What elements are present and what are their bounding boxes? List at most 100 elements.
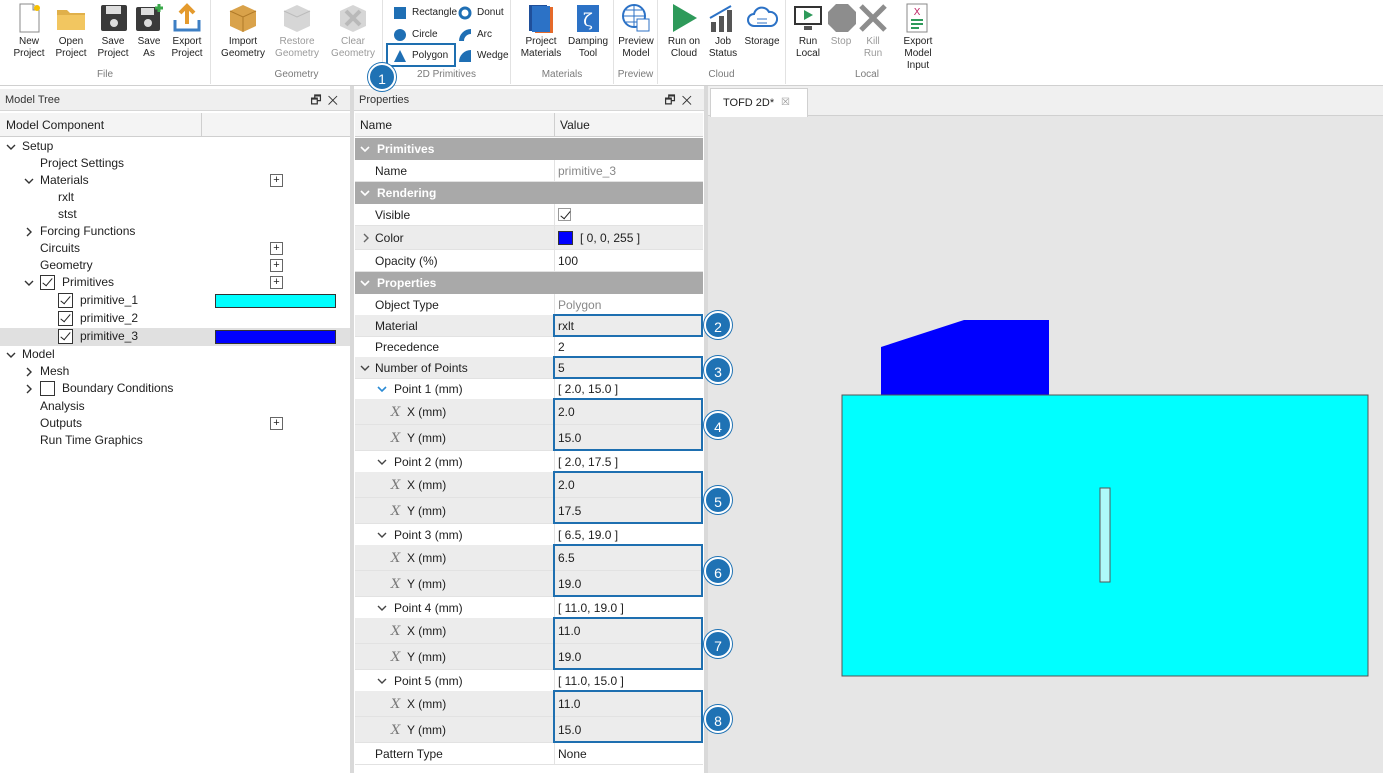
chevron-down-icon[interactable]	[377, 676, 387, 686]
pane-buttons: 🗗✕	[664, 89, 698, 111]
tree-item-materials[interactable]: Materials +	[0, 172, 350, 189]
tree-item-boundary-conditions[interactable]: Boundary Conditions	[0, 380, 350, 398]
prop-row-name[interactable]: Name primitive_3	[355, 160, 703, 182]
prop-row-color[interactable]: Color [ 0, 0, 255 ]	[355, 226, 703, 250]
category-properties[interactable]: Properties	[355, 272, 703, 294]
prop-row-precedence[interactable]: Precedence 2	[355, 336, 703, 358]
prop-row-point-5[interactable]: Point 5 (mm) [ 11.0, 15.0 ]	[355, 670, 703, 692]
document-tab[interactable]: TOFD 2D* ☒	[710, 88, 808, 117]
boundary-conditions-checkbox[interactable]	[40, 381, 55, 396]
close-pane-icon[interactable]: ✕	[328, 93, 344, 107]
add-primitive-button[interactable]: +	[270, 276, 283, 289]
chevron-down-icon[interactable]	[6, 350, 16, 360]
splitter-left[interactable]	[350, 86, 354, 773]
add-material-button[interactable]: +	[270, 174, 283, 187]
tree-item-forcing-functions[interactable]: Forcing Functions	[0, 223, 350, 240]
color-swatch[interactable]	[558, 231, 573, 245]
tree-item-rxlt[interactable]: rxlt	[0, 189, 350, 206]
prop-row-object-type[interactable]: Object Type Polygon	[355, 294, 703, 316]
restore-geometry-button[interactable]: Restore Geometry	[273, 2, 321, 60]
donut-button[interactable]: Donut	[458, 4, 504, 22]
tree-item-analysis[interactable]: Analysis	[0, 398, 350, 415]
tree-item-geometry[interactable]: Geometry +	[0, 257, 350, 274]
chevron-down-icon[interactable]	[360, 144, 370, 154]
chevron-right-icon[interactable]	[24, 227, 34, 237]
float-pane-icon[interactable]: 🗗	[664, 93, 681, 107]
tree-item-primitive-3[interactable]: primitive_3	[0, 328, 350, 346]
job-status-button[interactable]: Job Status	[706, 2, 740, 60]
prop-row-point-3[interactable]: Point 3 (mm) [ 6.5, 19.0 ]	[355, 524, 703, 546]
primitives-checkbox[interactable]	[40, 275, 55, 290]
add-circuit-button[interactable]: +	[270, 242, 283, 255]
tree-item-run-time-graphics[interactable]: Run Time Graphics	[0, 432, 350, 449]
arc-button[interactable]: Arc	[458, 26, 492, 44]
tree-item-primitive-2[interactable]: primitive_2	[0, 310, 350, 328]
export-project-button[interactable]: Export Project	[168, 2, 206, 60]
primitive-2-shape[interactable]	[1099, 487, 1111, 583]
storage-button[interactable]: Storage	[742, 2, 782, 48]
chevron-down-icon[interactable]	[377, 384, 387, 394]
tree-item-model[interactable]: Model	[0, 346, 350, 363]
preview-model-button[interactable]: Preview Model	[616, 2, 656, 60]
category-rendering[interactable]: Rendering	[355, 182, 703, 204]
tree-item-setup[interactable]: Setup	[0, 138, 350, 155]
export-model-input-button[interactable]: X Export Model Input	[890, 2, 946, 72]
geometry-canvas[interactable]	[708, 117, 1383, 773]
chevron-right-icon[interactable]	[24, 367, 34, 377]
chevron-down-icon[interactable]	[377, 457, 387, 467]
run-on-cloud-button[interactable]: Run on Cloud	[664, 2, 704, 60]
chevron-right-icon[interactable]	[361, 233, 371, 243]
add-geometry-button[interactable]: +	[270, 259, 283, 272]
chevron-down-icon[interactable]	[24, 278, 34, 288]
add-output-button[interactable]: +	[270, 417, 283, 430]
variable-icon: 𝑋	[391, 650, 401, 665]
stop-button[interactable]: Stop	[826, 2, 856, 48]
save-project-button[interactable]: Save Project	[94, 2, 132, 60]
tree-item-mesh[interactable]: Mesh	[0, 363, 350, 380]
rectangle-button[interactable]: Rectangle	[393, 4, 457, 22]
wedge-button[interactable]: Wedge	[458, 47, 509, 65]
chevron-down-icon[interactable]	[377, 530, 387, 540]
project-materials-button[interactable]: Project Materials	[519, 2, 563, 60]
float-pane-icon[interactable]: 🗗	[310, 93, 327, 107]
save-as-button[interactable]: Save As	[132, 2, 166, 60]
prop-row-point-4[interactable]: Point 4 (mm) [ 11.0, 19.0 ]	[355, 597, 703, 619]
tree-item-project-settings[interactable]: Project Settings	[0, 155, 350, 172]
damping-tool-button[interactable]: ζ Damping Tool	[567, 2, 609, 60]
close-pane-icon[interactable]: ✕	[682, 93, 698, 107]
tree-item-outputs[interactable]: Outputs +	[0, 415, 350, 432]
open-project-button[interactable]: Open Project	[52, 2, 90, 60]
chevron-down-icon[interactable]	[6, 142, 16, 152]
kill-run-button[interactable]: Kill Run	[856, 2, 890, 60]
tree-item-stst[interactable]: stst	[0, 206, 350, 223]
chevron-down-icon[interactable]	[360, 188, 370, 198]
model-viewport[interactable]: TOFD 2D* ☒	[708, 86, 1383, 773]
prop-row-opacity[interactable]: Opacity (%) 100	[355, 250, 703, 272]
chevron-down-icon[interactable]	[377, 603, 387, 613]
prop-row-visible[interactable]: Visible	[355, 204, 703, 226]
tree-item-primitives[interactable]: Primitives +	[0, 274, 350, 292]
prop-row-point-1[interactable]: Point 1 (mm) [ 2.0, 15.0 ]	[355, 378, 703, 400]
pattern-type-dropdown[interactable]: None	[558, 743, 587, 765]
primitive-1-checkbox[interactable]	[58, 293, 73, 308]
tree-item-circuits[interactable]: Circuits +	[0, 240, 350, 257]
chevron-down-icon[interactable]	[360, 278, 370, 288]
visible-checkbox[interactable]	[558, 208, 571, 221]
primitive-3-checkbox[interactable]	[58, 329, 73, 344]
chevron-down-icon[interactable]	[24, 176, 34, 186]
clear-geometry-button[interactable]: Clear Geometry	[329, 2, 377, 60]
primitive-2-checkbox[interactable]	[58, 311, 73, 326]
tree-item-primitive-1[interactable]: primitive_1	[0, 292, 350, 310]
close-tab-icon[interactable]: ☒	[781, 89, 790, 117]
primitive-3-shape[interactable]	[881, 320, 1049, 395]
prop-row-pattern-type[interactable]: Pattern Type None	[355, 743, 703, 765]
prop-row-point-2[interactable]: Point 2 (mm) [ 2.0, 17.5 ]	[355, 451, 703, 473]
circle-button[interactable]: Circle	[393, 26, 438, 44]
chevron-right-icon[interactable]	[24, 384, 34, 394]
primitives-group: Rectangle Donut Circle Arc Polygon Wedge…	[383, 0, 511, 84]
import-geometry-button[interactable]: Import Geometry	[221, 2, 265, 60]
new-project-button[interactable]: New Project	[10, 2, 48, 60]
chevron-down-icon[interactable]	[360, 363, 370, 373]
run-local-button[interactable]: Run Local	[790, 2, 826, 60]
category-primitives[interactable]: Primitives	[355, 138, 703, 160]
